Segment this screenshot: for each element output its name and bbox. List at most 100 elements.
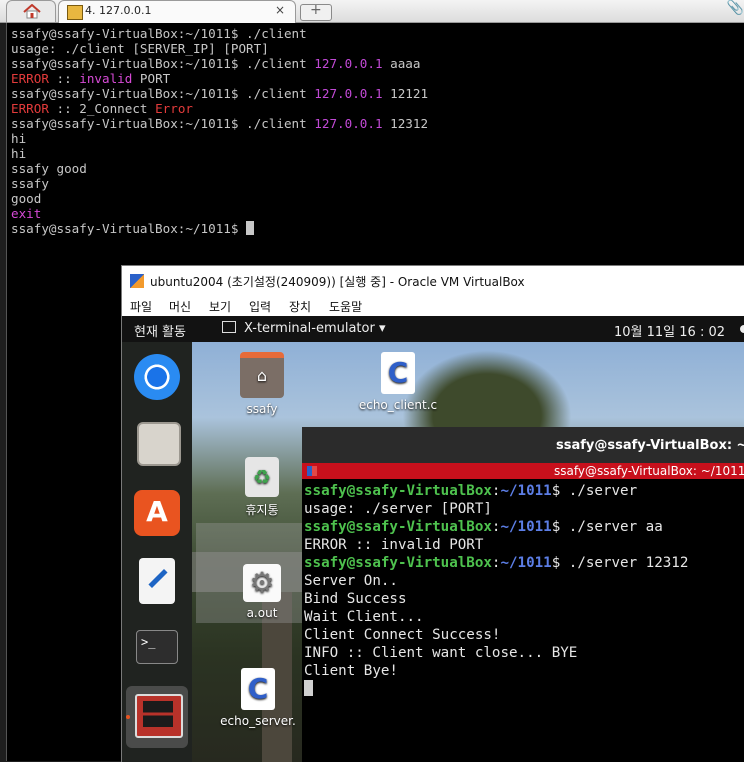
menu-view[interactable]: 보기 [209, 298, 231, 315]
terminal-text: PORT [132, 71, 171, 86]
terminal-line: ssafy [11, 176, 428, 191]
terminal-line [304, 680, 688, 698]
tab-session-127-0-0-1[interactable]: 4. 127.0.0.1 × [58, 0, 296, 23]
new-tab-button[interactable]: + [300, 2, 332, 21]
terminal-line: ssafy@ssafy-VirtualBox:~/1011$ ./server … [304, 554, 688, 572]
terminal-text: Error [155, 101, 193, 116]
terminal-text: Server On.. [304, 573, 398, 589]
terminal-text: 127.0.0.1 [314, 116, 383, 131]
menu-help[interactable]: 도움말 [329, 298, 362, 315]
tab-label: 4. 127.0.0.1 [85, 4, 152, 17]
clock[interactable]: 10월 11일 16 : 02 [614, 321, 725, 340]
status-indicator-icon[interactable] [740, 325, 744, 333]
terminal-text: usage: ./client [SERVER_IP] [PORT] [11, 41, 269, 56]
home-icon [23, 4, 41, 19]
terminal-text: ssafy@ssafy-VirtualBox [304, 483, 492, 499]
terminal-icon[interactable]: >_ [136, 630, 178, 664]
terminal-line: ssafy@ssafy-VirtualBox:~/1011$ ./client … [11, 86, 428, 101]
terminal-text: ssafy@ssafy-VirtualBox:~/1011$ ./client [11, 56, 315, 71]
server-terminal-output: ssafy@ssafy-VirtualBox:~/1011$ ./server u… [304, 482, 688, 698]
terminal-line: usage: ./client [SERVER_IP] [PORT] [11, 41, 428, 56]
home-tab[interactable] [6, 0, 56, 22]
desktop-icon-echo-client[interactable]: C echo_client.c [348, 352, 448, 412]
terminal-text: ERROR :: invalid PORT [304, 537, 484, 553]
menu-file[interactable]: 파일 [130, 298, 152, 315]
tab-bar: 4. 127.0.0.1 × + 📎 [0, 0, 744, 23]
terminal-text: ERROR [11, 71, 49, 86]
terminal-line: Client Connect Success! [304, 626, 688, 644]
terminal-line: ERROR :: 2_Connect Error [11, 101, 428, 116]
dock: A >_ [122, 342, 192, 762]
terminal-line: ssafy@ssafy-VirtualBox:~/1011$ ./server [304, 482, 688, 500]
terminal-app-icon [222, 321, 236, 333]
terminal-line: ssafy@ssafy-VirtualBox:~/1011$ [11, 221, 428, 236]
terminal-text: INFO :: Client want close... BYE [304, 645, 578, 661]
gear-icon: ⚙ [243, 564, 281, 602]
virtualbox-window[interactable]: ubuntu2004 (초기설정(240909)) [실행 중] - Oracl… [121, 265, 744, 762]
terminal-line: good [11, 191, 428, 206]
terminal-text: $ ./server aa [551, 519, 663, 535]
desktop-icon-label: echo_client.c [358, 398, 438, 412]
menu-machine[interactable]: 머신 [169, 298, 191, 315]
terminal-line: ssafy@ssafy-VirtualBox:~/1011$ ./server … [304, 518, 688, 536]
terminal-text: ssafy@ssafy-VirtualBox:~/1011$ ./client [11, 116, 315, 131]
terminal-text: 127.0.0.1 [314, 86, 383, 101]
paperclip-icon[interactable]: 📎 [727, 0, 744, 16]
app-menu-label: X-terminal-emulator ▾ [244, 321, 386, 336]
terminal-line: INFO :: Client want close... BYE [304, 644, 688, 662]
window-titlebar[interactable]: ubuntu2004 (초기설정(240909)) [실행 중] - Oracl… [122, 266, 744, 296]
putty-icon[interactable] [135, 694, 183, 738]
putty-window-icon [307, 466, 317, 476]
activities-button[interactable]: 현재 활동 [134, 321, 186, 340]
terminal-line: exit [11, 206, 428, 221]
c-source-file-icon: C [381, 352, 415, 394]
menu-devices[interactable]: 장치 [289, 298, 311, 315]
terminal-headerbar[interactable]: ssafy@ssafy-VirtualBox: ~/1011 [302, 427, 744, 463]
terminal-text: ~/1011 [500, 483, 552, 499]
running-indicator [126, 715, 130, 719]
terminal-line: ssafy@ssafy-VirtualBox:~/1011$ ./client [11, 26, 428, 41]
desktop-icon-trash[interactable]: ♻ 휴지통 [212, 457, 312, 518]
terminal-line: ssafy good [11, 161, 428, 176]
guest-screen[interactable]: 현재 활동 X-terminal-emulator ▾ 10월 11일 16 :… [122, 316, 744, 762]
desktop-icon-echo-server[interactable]: C echo_server. [208, 668, 308, 728]
terminal-text: Client Bye! [304, 663, 398, 679]
desktop-icon-aout[interactable]: ⚙ a.out [212, 564, 312, 620]
software-store-icon[interactable]: A [134, 490, 180, 536]
trash-icon: ♻ [245, 457, 279, 497]
terminal-text: 127.0.0.1 [314, 56, 383, 71]
terminal-text: ssafy@ssafy-VirtualBox:~/1011$ ./client [11, 86, 315, 101]
gnome-terminal-window[interactable]: ssafy@ssafy-VirtualBox: ~/1011 ssafy@ssa… [302, 427, 744, 762]
terminal-line: Server On.. [304, 572, 688, 590]
terminal-text: ~/1011 [500, 555, 552, 571]
terminal-inner-titlebar[interactable]: ssafy@ssafy-VirtualBox: ~/1011 [302, 463, 744, 479]
terminal-line: Wait Client... [304, 608, 688, 626]
terminal-text: :: 2_Connect [48, 101, 156, 116]
terminal-text: invalid [79, 71, 133, 86]
terminal-line: hi [11, 146, 428, 161]
desktop-icon-home[interactable]: ⌂ ssafy [212, 352, 312, 416]
terminal-text: 12121 [382, 86, 429, 101]
terminal-output: ssafy@ssafy-VirtualBox:~/1011$ ./client u… [11, 26, 428, 236]
menu-input[interactable]: 입력 [249, 298, 271, 315]
desktop-icon-label: ssafy [246, 402, 278, 416]
terminal-text: ssafy@ssafy-VirtualBox:~/1011$ ./client [11, 26, 307, 41]
gnome-top-bar: 현재 활동 X-terminal-emulator ▾ 10월 11일 16 :… [122, 316, 744, 342]
terminal-text: aaaa [382, 56, 421, 71]
terminal-text: Client Connect Success! [304, 627, 501, 643]
menu-bar: 파일 머신 보기 입력 장치 도움말 [122, 296, 744, 316]
terminal-line: Client Bye! [304, 662, 688, 680]
terminal-text: hi [11, 131, 27, 146]
terminal-text: Wait Client... [304, 609, 424, 625]
text-editor-icon[interactable] [139, 558, 175, 604]
terminal-text: ssafy good [11, 161, 87, 176]
virtualbox-icon [130, 274, 144, 288]
chrome-icon[interactable] [134, 354, 180, 400]
app-menu[interactable]: X-terminal-emulator ▾ [222, 321, 385, 336]
terminal-line: ssafy@ssafy-VirtualBox:~/1011$ ./client … [11, 116, 428, 131]
terminal-text: ssafy@ssafy-VirtualBox:~/1011$ [11, 221, 247, 236]
terminal-text: ssafy [11, 176, 49, 191]
files-icon[interactable] [137, 422, 181, 466]
terminal-text: Bind Success [304, 591, 407, 607]
close-tab-icon[interactable]: × [275, 3, 285, 17]
